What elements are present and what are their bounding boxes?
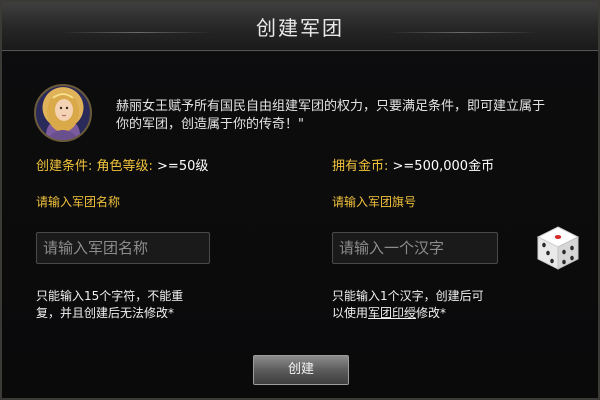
- legion-name-note-line-2: 复，并且创建后无法修改*: [36, 306, 175, 320]
- create-button[interactable]: 创建: [253, 355, 349, 385]
- legion-name-input[interactable]: [36, 232, 210, 264]
- level-requirement: 创建条件: 角色等级: >=50级: [36, 155, 208, 174]
- create-legion-dialog: 创建军团 赫丽女王赋予所有国民自由组建军团的权力，只要满足条件，即可建立属于 你…: [0, 0, 600, 400]
- legion-seal-link[interactable]: 军团印绶: [368, 306, 416, 320]
- legion-flag-note-line-1: 只能输入1个汉字，创建后可: [332, 289, 484, 303]
- legion-flag-input[interactable]: [332, 232, 498, 264]
- gold-requirement: 拥有金币: >=500,000金币: [332, 155, 494, 174]
- level-requirement-value: >=50级: [152, 159, 209, 174]
- legion-flag-note-prefix: 以使用: [332, 306, 369, 320]
- title-ornament-right: [388, 32, 538, 33]
- queen-portrait-icon: [34, 84, 92, 142]
- gold-requirement-label: 拥有金币:: [332, 159, 389, 174]
- legion-name-note-line-1: 只能输入15个字符，不能重: [36, 289, 184, 303]
- title-bar: 创建军团: [2, 2, 598, 51]
- gold-requirement-value: >=500,000金币: [388, 159, 495, 174]
- legion-flag-note-line-2: 以使用军团印绶修改*: [332, 305, 532, 322]
- legion-flag-note: 只能输入1个汉字，创建后可 以使用军团印绶修改*: [332, 288, 532, 322]
- dice-icon[interactable]: [534, 224, 582, 272]
- npc-quote-line-1: 赫丽女王赋予所有国民自由组建军团的权力，只要满足条件，即可建立属于: [116, 99, 546, 114]
- legion-name-note: 只能输入15个字符，不能重 复，并且创建后无法修改*: [36, 288, 236, 322]
- npc-quote-line-2: 你的军团，创造属于你的传奇！": [116, 117, 304, 132]
- legion-flag-label: 请输入军团旗号: [332, 195, 417, 209]
- legion-name-label: 请输入军团名称: [36, 195, 121, 209]
- dialog-title: 创建军团: [256, 16, 344, 40]
- level-requirement-label: 创建条件: 角色等级:: [36, 159, 153, 174]
- npc-quote: 赫丽女王赋予所有国民自由组建军团的权力，只要满足条件，即可建立属于 你的军团，创…: [116, 98, 566, 134]
- legion-flag-note-suffix: 修改*: [416, 306, 447, 320]
